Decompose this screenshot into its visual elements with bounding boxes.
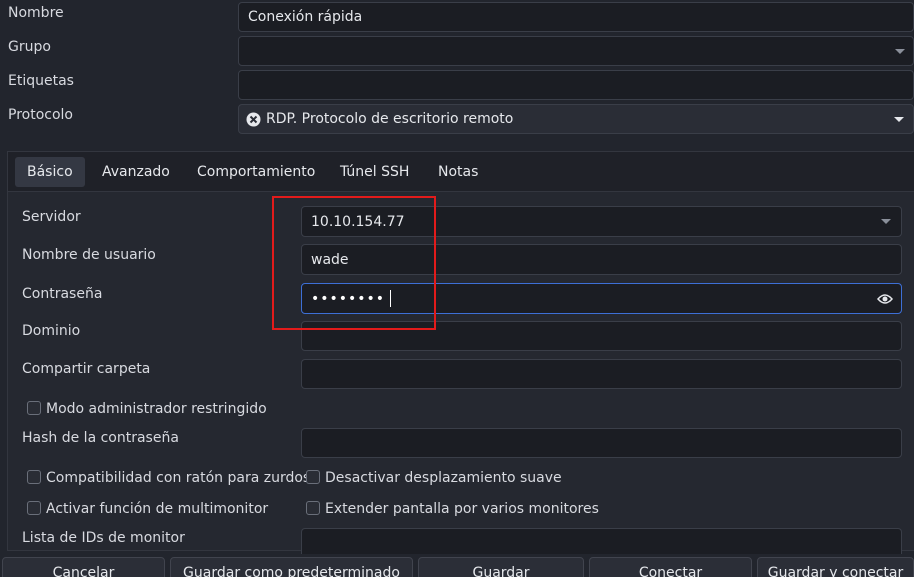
extender-label: Extender pantalla por varios monitores	[325, 501, 599, 517]
nombre-label: Nombre	[8, 5, 64, 21]
tab-tunel-ssh[interactable]: Túnel SSH	[328, 157, 421, 187]
rdp-plugin-icon	[246, 112, 261, 127]
extender-checkbox[interactable]	[306, 501, 320, 515]
desplazamiento-checkbox[interactable]	[306, 470, 320, 484]
nombre-field[interactable]: Conexión rápida	[238, 2, 914, 32]
tab-avanzado[interactable]: Avanzado	[90, 157, 182, 187]
chevron-down-icon[interactable]	[871, 207, 901, 236]
hash-field[interactable]	[301, 428, 902, 458]
protocolo-label: Protocolo	[8, 107, 73, 123]
multimonitor-checkbox[interactable]	[27, 501, 41, 515]
compartir-carpeta-field[interactable]	[301, 359, 902, 389]
compartir-carpeta-label: Compartir carpeta	[22, 361, 151, 377]
hash-label: Hash de la contraseña	[22, 430, 179, 446]
usuario-label: Nombre de usuario	[22, 247, 156, 263]
zurdos-label: Compatibilidad con ratón para zurdos	[46, 470, 311, 486]
modo-admin-label: Modo administrador restringido	[46, 401, 267, 417]
chevron-down-icon[interactable]	[885, 105, 913, 133]
guardar-conectar-button[interactable]: Guardar y conectar	[757, 557, 914, 577]
nombre-value: Conexión rápida	[248, 9, 363, 25]
protocolo-combobox[interactable]: RDP. Protocolo de escritorio remoto	[238, 104, 914, 134]
contrasena-label: Contraseña	[22, 286, 103, 302]
chevron-down-icon[interactable]	[887, 37, 913, 65]
servidor-label: Servidor	[22, 209, 81, 225]
protocolo-value: RDP. Protocolo de escritorio remoto	[266, 111, 514, 127]
zurdos-checkbox[interactable]	[27, 470, 41, 484]
multimonitor-label: Activar función de multimonitor	[46, 501, 269, 517]
guardar-predeterminado-button[interactable]: Guardar como predeterminado	[170, 557, 413, 577]
conectar-button[interactable]: Conectar	[589, 557, 752, 577]
guardar-button[interactable]: Guardar	[418, 557, 584, 577]
modo-admin-checkbox[interactable]	[27, 401, 41, 415]
lista-ids-field[interactable]	[301, 528, 902, 554]
tab-basico[interactable]: Básico	[15, 157, 85, 187]
eye-icon[interactable]	[877, 292, 893, 306]
grupo-combobox[interactable]	[238, 36, 914, 66]
tab-notas[interactable]: Notas	[426, 157, 490, 187]
annotation-highlight-box	[272, 196, 436, 330]
etiquetas-label: Etiquetas	[8, 73, 74, 89]
dominio-label: Dominio	[22, 323, 81, 339]
tab-comportamiento[interactable]: Comportamiento	[185, 157, 327, 187]
desplazamiento-label: Desactivar desplazamiento suave	[325, 470, 562, 486]
etiquetas-field[interactable]	[238, 70, 914, 100]
cancelar-button[interactable]: Cancelar	[2, 557, 165, 577]
lista-ids-label: Lista de IDs de monitor	[22, 530, 185, 546]
grupo-label: Grupo	[8, 39, 51, 55]
